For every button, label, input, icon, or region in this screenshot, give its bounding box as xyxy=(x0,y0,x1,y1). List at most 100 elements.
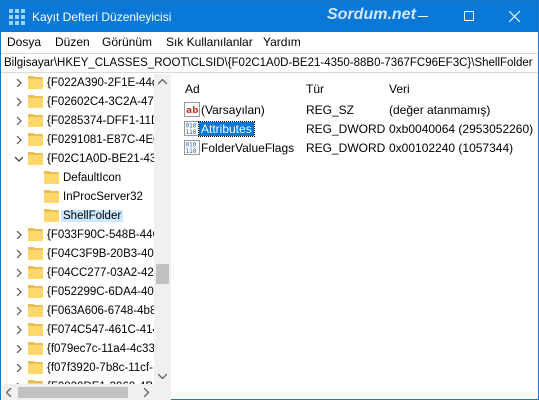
chevron-right-icon[interactable] xyxy=(15,117,23,125)
tree-item[interactable]: {F04C3F9B-20B3-40E xyxy=(1,245,161,264)
svg-text:110: 110 xyxy=(186,148,197,155)
tree-item-label: {F063A606-6748-4b8 xyxy=(47,305,157,317)
value-name: (Varsayılan) xyxy=(201,103,265,117)
tree-horizontal-scrollbar[interactable] xyxy=(1,384,171,400)
tree-item[interactable]: {F04CC277-03A2-427 xyxy=(1,264,161,283)
folder-icon xyxy=(28,76,43,89)
scrollbar-thumb[interactable] xyxy=(156,264,169,284)
folder-icon xyxy=(28,285,43,298)
window-title: Kayıt Defteri Düzenleyicisi xyxy=(32,10,172,24)
maximize-button[interactable] xyxy=(446,1,492,32)
tree-item-label: {F02602C4-3C2A-473 xyxy=(47,96,161,108)
tree-item-label: InProcServer32 xyxy=(63,191,143,203)
column-header-data[interactable]: Veri xyxy=(389,82,410,96)
values-pane[interactable]: Ad Tür Veri ab (Varsayılan) REG_SZ (değe… xyxy=(173,74,538,399)
tree-item-selected[interactable]: ShellFolder xyxy=(1,207,161,226)
value-type: REG_SZ xyxy=(306,103,355,117)
menu-item-view[interactable]: Görünüm xyxy=(102,35,152,49)
tree-item-label: {F02C1A0D-BE21-435 xyxy=(47,153,163,165)
tree-item[interactable]: {F0285374-DFF1-11D xyxy=(1,112,161,131)
tree-item-label: {F04CC277-03A2-427 xyxy=(47,267,161,279)
tree-item[interactable]: {f079ec7c-11a4-4c33 xyxy=(1,340,161,359)
svg-text:110: 110 xyxy=(186,129,197,136)
folder-icon xyxy=(44,209,59,222)
tree-item-label: {F0285374-DFF1-11D xyxy=(47,115,160,127)
chevron-right-icon[interactable] xyxy=(15,307,23,315)
scroll-up-icon[interactable] xyxy=(158,79,167,85)
minimize-icon xyxy=(418,16,428,17)
minimize-button[interactable] xyxy=(400,1,446,32)
tree-item-expanded[interactable]: {F02C1A0D-BE21-435 xyxy=(1,150,163,169)
column-header-type[interactable]: Tür xyxy=(306,82,324,96)
tree-item-label: {F0291081-E87C-4E0 xyxy=(47,134,160,146)
chevron-right-icon[interactable] xyxy=(15,136,23,144)
chevron-right-icon[interactable] xyxy=(15,288,23,296)
menu-item-help[interactable]: Yardım xyxy=(263,35,301,49)
scrollbar-thumb[interactable] xyxy=(18,387,128,398)
tree-item[interactable]: {F063A606-6748-4b8 xyxy=(1,302,161,321)
folder-icon xyxy=(44,190,59,203)
address-bar[interactable]: Bilgisayar\HKEY_CLASSES_ROOT\CLSID\{F02C… xyxy=(1,53,538,73)
value-type: REG_DWORD xyxy=(306,122,386,136)
folder-icon xyxy=(28,95,43,108)
tree-item[interactable]: {f07f3920-7b8c-11cf- xyxy=(1,359,161,378)
tree-item-label: {F074C547-461C-414 xyxy=(47,324,159,336)
binary-value-icon: 010 110 xyxy=(184,140,200,155)
tree-item-label: {F033F90C-548B-44C xyxy=(47,229,161,241)
scroll-right-icon[interactable] xyxy=(143,388,149,397)
folder-icon xyxy=(28,266,43,279)
folder-icon xyxy=(28,228,43,241)
menu-item-file[interactable]: Dosya xyxy=(7,35,41,49)
tree-vertical-scrollbar[interactable] xyxy=(154,74,171,384)
chevron-down-icon[interactable] xyxy=(15,155,23,163)
scroll-left-icon[interactable] xyxy=(6,388,12,397)
close-button[interactable] xyxy=(492,1,538,32)
chevron-right-icon[interactable] xyxy=(15,364,23,372)
tree-item-label: ShellFolder xyxy=(61,210,124,222)
value-row[interactable]: 010 110 FolderValueFlags REG_DWORD 0x001… xyxy=(173,138,538,157)
title-bar[interactable]: Kayıt Defteri Düzenleyicisi Sordum.net xyxy=(1,1,538,32)
tree-item[interactable]: {F022A390-2F1E-44d xyxy=(1,74,161,93)
chevron-right-icon[interactable] xyxy=(15,326,23,334)
tree-item[interactable]: {F033F90C-548B-44C xyxy=(1,226,161,245)
value-data: (değer atanmamış) xyxy=(389,103,491,117)
chevron-right-icon[interactable] xyxy=(15,79,23,87)
folder-icon xyxy=(28,361,43,374)
string-value-icon: ab xyxy=(184,102,200,117)
folder-icon xyxy=(28,342,43,355)
binary-value-icon: 010 110 xyxy=(184,121,200,136)
folder-icon xyxy=(44,171,59,184)
key-tree-pane[interactable]: {F022A390-2F1E-44d {F02602C4-3C2A-473 {F… xyxy=(1,74,171,399)
chevron-right-icon[interactable] xyxy=(15,98,23,106)
value-name: FolderValueFlags xyxy=(201,141,295,155)
chevron-right-icon[interactable] xyxy=(15,231,23,239)
tree-item[interactable]: {F074C547-461C-414 xyxy=(1,321,161,340)
chevron-right-icon[interactable] xyxy=(15,269,23,277)
chevron-right-icon[interactable] xyxy=(15,345,23,353)
svg-text:ab: ab xyxy=(186,106,199,116)
tree-item[interactable]: DefaultIcon xyxy=(1,169,161,188)
tree-item-label: {F052299C-6DA4-40f xyxy=(47,286,157,298)
tree-item[interactable]: {F02602C4-3C2A-473 xyxy=(1,93,161,112)
address-path[interactable]: Bilgisayar\HKEY_CLASSES_ROOT\CLSID\{F02C… xyxy=(4,57,533,69)
folder-icon xyxy=(28,247,43,260)
maximize-icon xyxy=(464,11,474,21)
value-data: 0xb0040064 (2953052260) xyxy=(389,122,534,136)
tree-item[interactable]: InProcServer32 xyxy=(1,188,161,207)
column-header-name[interactable]: Ad xyxy=(185,82,200,96)
tree-item-label: {F04C3F9B-20B3-40E xyxy=(47,248,162,260)
value-data: 0x00102240 (1057344) xyxy=(389,141,514,155)
chevron-right-icon[interactable] xyxy=(15,250,23,258)
folder-icon xyxy=(28,114,43,127)
tree-item[interactable]: {F052299C-6DA4-40f xyxy=(1,283,161,302)
menu-item-edit[interactable]: Düzen xyxy=(55,35,90,49)
close-icon xyxy=(509,11,520,22)
registry-app-icon xyxy=(9,9,25,25)
folder-open-icon xyxy=(28,152,43,165)
scroll-down-icon[interactable] xyxy=(158,373,167,379)
tree-item[interactable]: {F0291081-E87C-4E0 xyxy=(1,131,161,150)
value-row-selected[interactable]: 010 110 Attributes REG_DWORD 0xb0040064 … xyxy=(173,119,538,138)
menu-item-favorites[interactable]: Sık Kullanılanlar xyxy=(166,35,253,49)
folder-icon xyxy=(28,304,43,317)
value-row[interactable]: ab (Varsayılan) REG_SZ (değer atanmamış) xyxy=(173,100,538,119)
